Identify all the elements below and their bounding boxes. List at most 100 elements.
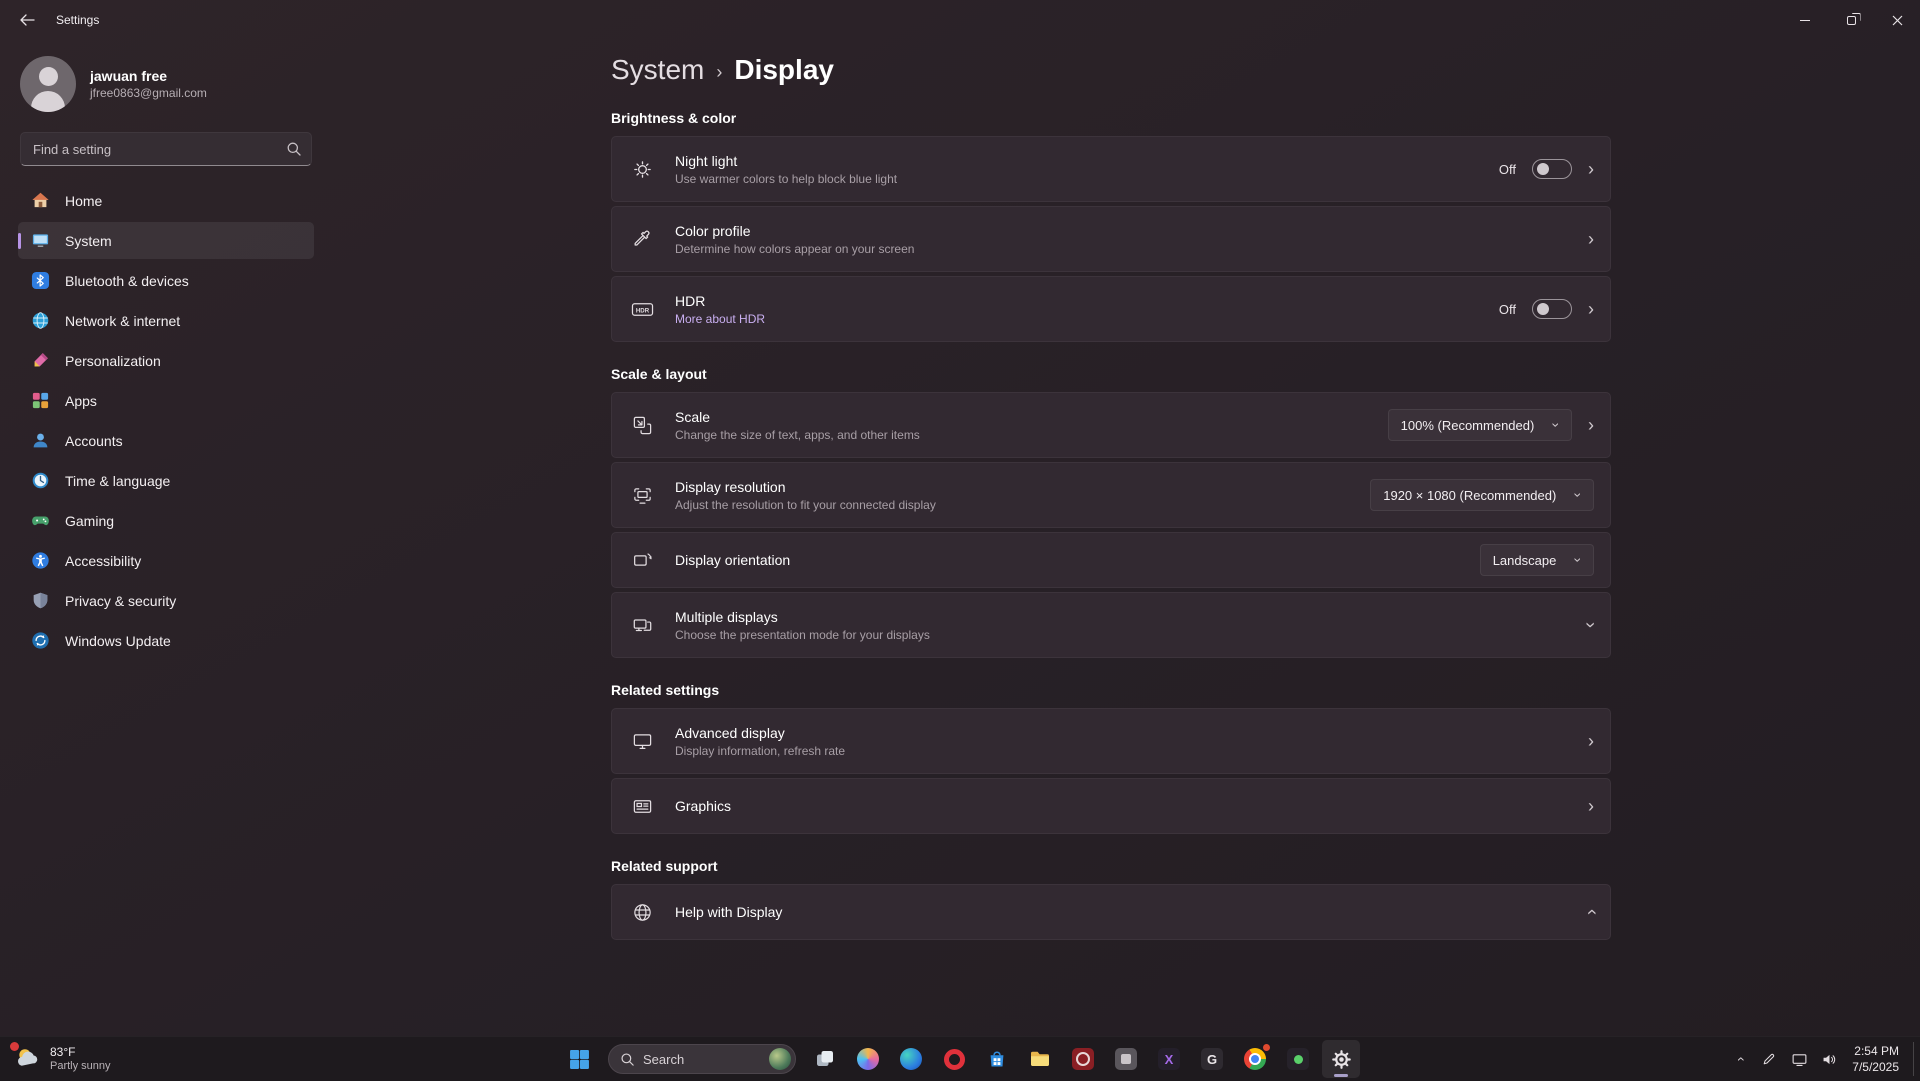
chevron-down-icon: › — [1582, 622, 1600, 628]
hdr-learn-more-link[interactable]: More about HDR — [675, 312, 765, 326]
start-button[interactable] — [560, 1040, 598, 1078]
sidebar-item-accounts[interactable]: Accounts — [18, 422, 314, 459]
scale-dropdown[interactable]: 100% (Recommended) › — [1388, 409, 1572, 441]
scale-row[interactable]: Scale Change the size of text, apps, and… — [611, 392, 1611, 458]
minimize-button[interactable] — [1782, 0, 1828, 40]
night-light-toggle[interactable] — [1532, 159, 1572, 179]
sidebar-item-time-language[interactable]: Time & language — [18, 462, 314, 499]
clock-time: 2:54 PM — [1852, 1043, 1899, 1059]
taskbar-clock[interactable]: 2:54 PM 7/5/2025 — [1846, 1043, 1907, 1075]
clock-date: 7/5/2025 — [1852, 1059, 1899, 1075]
sidebar-item-label: Bluetooth & devices — [65, 273, 189, 289]
multiple-displays-row[interactable]: Multiple displays Choose the presentatio… — [611, 592, 1611, 658]
file-explorer-icon — [1029, 1048, 1051, 1070]
taskbar: 83°F Partly sunny Search X G — [0, 1036, 1920, 1080]
close-button[interactable] — [1874, 0, 1920, 40]
color-profile-title: Color profile — [675, 223, 914, 239]
chrome-button[interactable] — [1236, 1040, 1274, 1078]
settings-window: Settings jawuan free jfree0863@gmail.com — [0, 0, 1920, 1036]
close-icon — [1892, 15, 1903, 26]
advanced-display-row[interactable]: Advanced display Display information, re… — [611, 708, 1611, 774]
store-button[interactable] — [978, 1040, 1016, 1078]
search-highlight-icon — [769, 1048, 791, 1070]
chrome-notification-badge — [1262, 1043, 1271, 1052]
app-gray-button[interactable] — [1107, 1040, 1145, 1078]
section-related-settings: Related settings — [611, 682, 1611, 698]
night-light-title: Night light — [675, 153, 897, 169]
display-orientation-row[interactable]: Display orientation Landscape › — [611, 532, 1611, 588]
scale-subtitle: Change the size of text, apps, and other… — [675, 428, 920, 442]
user-email: jfree0863@gmail.com — [90, 86, 207, 100]
file-explorer-button[interactable] — [1021, 1040, 1059, 1078]
sidebar-item-gaming[interactable]: Gaming — [18, 502, 314, 539]
app-g-button[interactable]: G — [1193, 1040, 1231, 1078]
section-brightness-color: Brightness & color — [611, 110, 1611, 126]
breadcrumb-system[interactable]: System — [611, 54, 704, 86]
user-name: jawuan free — [90, 68, 207, 85]
sidebar-item-accessibility[interactable]: Accessibility — [18, 542, 314, 579]
settings-taskbar-button[interactable] — [1322, 1040, 1360, 1078]
show-desktop-button[interactable] — [1913, 1042, 1918, 1076]
volume-tray-button[interactable] — [1816, 1043, 1842, 1075]
app-dark-icon — [1287, 1048, 1309, 1070]
user-profile[interactable]: jawuan free jfree0863@gmail.com — [18, 50, 314, 122]
sidebar-nav: Home System Bluetooth & devices Network … — [18, 182, 314, 659]
night-light-row[interactable]: Night light Use warmer colors to help bl… — [611, 136, 1611, 202]
chevron-down-icon: › — [1572, 493, 1586, 498]
sidebar-item-network[interactable]: Network & internet — [18, 302, 314, 339]
taskbar-center: Search X G — [560, 1037, 1360, 1081]
display-resolution-row[interactable]: Display resolution Adjust the resolution… — [611, 462, 1611, 528]
windows-logo-icon — [569, 1049, 590, 1070]
sidebar: jawuan free jfree0863@gmail.com Home Sys… — [0, 40, 330, 1036]
back-button[interactable] — [8, 5, 46, 35]
hdr-row[interactable]: HDR HDR More about HDR Off › — [611, 276, 1611, 342]
sidebar-item-label: Accounts — [65, 433, 123, 449]
advanced-display-title: Advanced display — [675, 725, 845, 741]
hdr-icon: HDR — [629, 299, 655, 320]
color-profile-subtitle: Determine how colors appear on your scre… — [675, 242, 914, 256]
sidebar-item-bluetooth[interactable]: Bluetooth & devices — [18, 262, 314, 299]
help-with-display-row[interactable]: Help with Display › — [611, 884, 1611, 940]
restore-button[interactable] — [1828, 0, 1874, 40]
app-red-button[interactable] — [1064, 1040, 1102, 1078]
display-resolution-title: Display resolution — [675, 479, 936, 495]
network-icon — [30, 311, 50, 331]
gaming-icon — [30, 511, 50, 531]
taskbar-search[interactable]: Search — [608, 1044, 796, 1074]
tray-overflow-button[interactable]: › — [1726, 1043, 1752, 1075]
opera-button[interactable] — [935, 1040, 973, 1078]
graphics-row[interactable]: Graphics › — [611, 778, 1611, 834]
app-gray-icon — [1115, 1048, 1137, 1070]
settings-gear-icon — [1331, 1049, 1352, 1070]
sidebar-item-apps[interactable]: Apps — [18, 382, 314, 419]
display-orientation-title: Display orientation — [675, 552, 790, 568]
settings-search-input[interactable] — [20, 132, 312, 166]
app-x-button[interactable]: X — [1150, 1040, 1188, 1078]
sidebar-item-home[interactable]: Home — [18, 182, 314, 219]
cast-tray-button[interactable] — [1786, 1043, 1812, 1075]
display-resolution-dropdown[interactable]: 1920 × 1080 (Recommended) › — [1370, 479, 1594, 511]
sidebar-item-personalization[interactable]: Personalization — [18, 342, 314, 379]
display-orientation-dropdown[interactable]: Landscape › — [1480, 544, 1594, 576]
weather-widget[interactable]: 83°F Partly sunny — [8, 1037, 117, 1081]
chevron-right-icon: › — [1588, 230, 1594, 248]
privacy-icon — [30, 591, 50, 611]
edge-button[interactable] — [892, 1040, 930, 1078]
pen-tray-button[interactable] — [1756, 1043, 1782, 1075]
sidebar-item-system[interactable]: System — [18, 222, 314, 259]
help-with-display-title: Help with Display — [675, 904, 782, 920]
sidebar-item-label: Personalization — [65, 353, 161, 369]
scale-title: Scale — [675, 409, 920, 425]
app-g-icon: G — [1201, 1048, 1223, 1070]
sidebar-item-windows-update[interactable]: Windows Update — [18, 622, 314, 659]
chevron-up-icon: › — [1731, 1057, 1747, 1062]
hdr-toggle[interactable] — [1532, 299, 1572, 319]
copilot-button[interactable] — [849, 1040, 887, 1078]
app-dark-button[interactable] — [1279, 1040, 1317, 1078]
task-view-button[interactable] — [806, 1040, 844, 1078]
weather-temperature: 83°F — [50, 1045, 111, 1060]
color-profile-row[interactable]: Color profile Determine how colors appea… — [611, 206, 1611, 272]
scale-value: 100% (Recommended) — [1401, 418, 1535, 433]
sidebar-item-privacy[interactable]: Privacy & security — [18, 582, 314, 619]
cast-icon — [1791, 1051, 1808, 1068]
